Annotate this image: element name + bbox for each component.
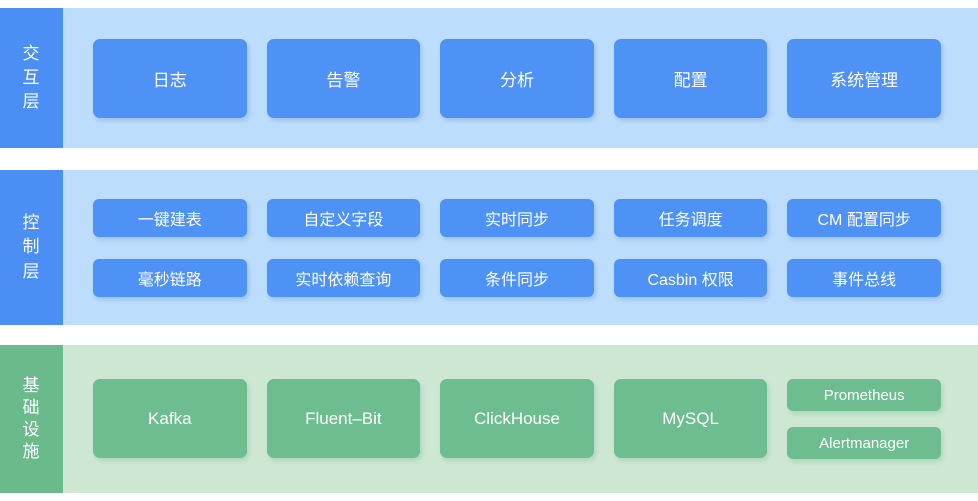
node-millisecond-trace-label: 毫秒链路 — [137, 271, 202, 289]
node-cm-config-sync-label: CM 配置同步 — [817, 211, 911, 229]
node-alarm-label: 告警 — [326, 70, 361, 90]
node-fluent-bit-label: Fluent–Bit — [305, 408, 382, 428]
layer-infrastructure-label-text: 基础设施 — [22, 375, 41, 462]
node-event-bus[interactable]: 事件总线 — [787, 258, 941, 297]
node-alertmanager-label: Alertmanager — [819, 434, 910, 452]
layer-control-body: 一键建表 自定义字段 实时同步 任务调度 CM 配置同步 毫秒链路 实时依赖查询… — [63, 170, 978, 325]
node-realtime-sync[interactable]: 实时同步 — [440, 198, 594, 237]
layer-infrastructure-body: Kafka Fluent–Bit ClickHouse MySQL Promet… — [63, 345, 978, 493]
node-mysql-label: MySQL — [662, 408, 719, 428]
layer-control-row-1: 一键建表 自定义字段 实时同步 任务调度 CM 配置同步 — [93, 198, 941, 237]
layer-interaction-label-text: 交互层 — [22, 43, 41, 112]
node-mysql[interactable]: MySQL — [613, 379, 768, 458]
node-realtime-dependency-query[interactable]: 实时依赖查询 — [266, 258, 421, 297]
node-cm-config-sync[interactable]: CM 配置同步 — [787, 198, 941, 237]
node-custom-field[interactable]: 自定义字段 — [266, 198, 421, 237]
node-kafka[interactable]: Kafka — [93, 379, 247, 458]
layer-interaction-label: 交互层 — [0, 8, 63, 148]
node-conditional-sync-label: 条件同步 — [484, 271, 549, 289]
node-alarm[interactable]: 告警 — [266, 38, 421, 118]
node-log[interactable]: 日志 — [93, 38, 247, 118]
node-system-management-label: 系统管理 — [830, 70, 899, 90]
node-kafka-label: Kafka — [148, 408, 192, 428]
node-analysis-label: 分析 — [499, 70, 534, 90]
node-prometheus[interactable]: Prometheus — [787, 379, 941, 411]
layer-control-label-text: 控制层 — [22, 213, 41, 281]
layer-interaction-body: 日志 告警 分析 配置 系统管理 — [63, 8, 978, 148]
node-system-management[interactable]: 系统管理 — [787, 38, 941, 118]
layer-control: 控制层 一键建表 自定义字段 实时同步 任务调度 CM 配置同步 毫秒链路 实时… — [0, 170, 978, 325]
layer-infrastructure-label: 基础设施 — [0, 345, 63, 493]
node-casbin-permission[interactable]: Casbin 权限 — [613, 258, 768, 297]
node-fluent-bit[interactable]: Fluent–Bit — [266, 379, 421, 458]
node-prometheus-label: Prometheus — [823, 386, 905, 404]
architecture-diagram: 交互层 日志 告警 分析 配置 系统管理 控制层 一键建表 自定义字段 实时同步… — [0, 0, 978, 501]
node-realtime-sync-label: 实时同步 — [484, 211, 549, 229]
node-one-click-table[interactable]: 一键建表 — [93, 198, 247, 237]
layer-interaction: 交互层 日志 告警 分析 配置 系统管理 — [0, 8, 978, 148]
layer-control-label: 控制层 — [0, 170, 63, 325]
layer-infrastructure: 基础设施 Kafka Fluent–Bit ClickHouse MySQL P… — [0, 345, 978, 493]
node-custom-field-label: 自定义字段 — [303, 211, 384, 229]
node-configuration[interactable]: 配置 — [613, 38, 768, 118]
node-log-label: 日志 — [152, 70, 187, 90]
layer-infrastructure-row: Kafka Fluent–Bit ClickHouse MySQL Promet… — [93, 379, 941, 459]
node-realtime-dependency-query-label: 实时依赖查询 — [295, 271, 392, 289]
layer-control-row-2: 毫秒链路 实时依赖查询 条件同步 Casbin 权限 事件总线 — [93, 258, 941, 297]
layer-interaction-row: 日志 告警 分析 配置 系统管理 — [93, 38, 941, 118]
node-event-bus-label: 事件总线 — [832, 271, 897, 289]
node-clickhouse[interactable]: ClickHouse — [440, 379, 594, 458]
monitoring-stack: Prometheus Alertmanager — [787, 379, 941, 459]
node-millisecond-trace[interactable]: 毫秒链路 — [93, 258, 247, 297]
node-alertmanager[interactable]: Alertmanager — [787, 427, 941, 459]
node-casbin-permission-label: Casbin 权限 — [647, 271, 734, 289]
node-analysis[interactable]: 分析 — [440, 38, 594, 118]
node-clickhouse-label: ClickHouse — [473, 408, 560, 428]
node-task-schedule-label: 任务调度 — [658, 211, 723, 229]
node-task-schedule[interactable]: 任务调度 — [613, 198, 768, 237]
node-configuration-label: 配置 — [673, 70, 708, 90]
node-conditional-sync[interactable]: 条件同步 — [440, 258, 594, 297]
node-one-click-table-label: 一键建表 — [137, 211, 202, 229]
